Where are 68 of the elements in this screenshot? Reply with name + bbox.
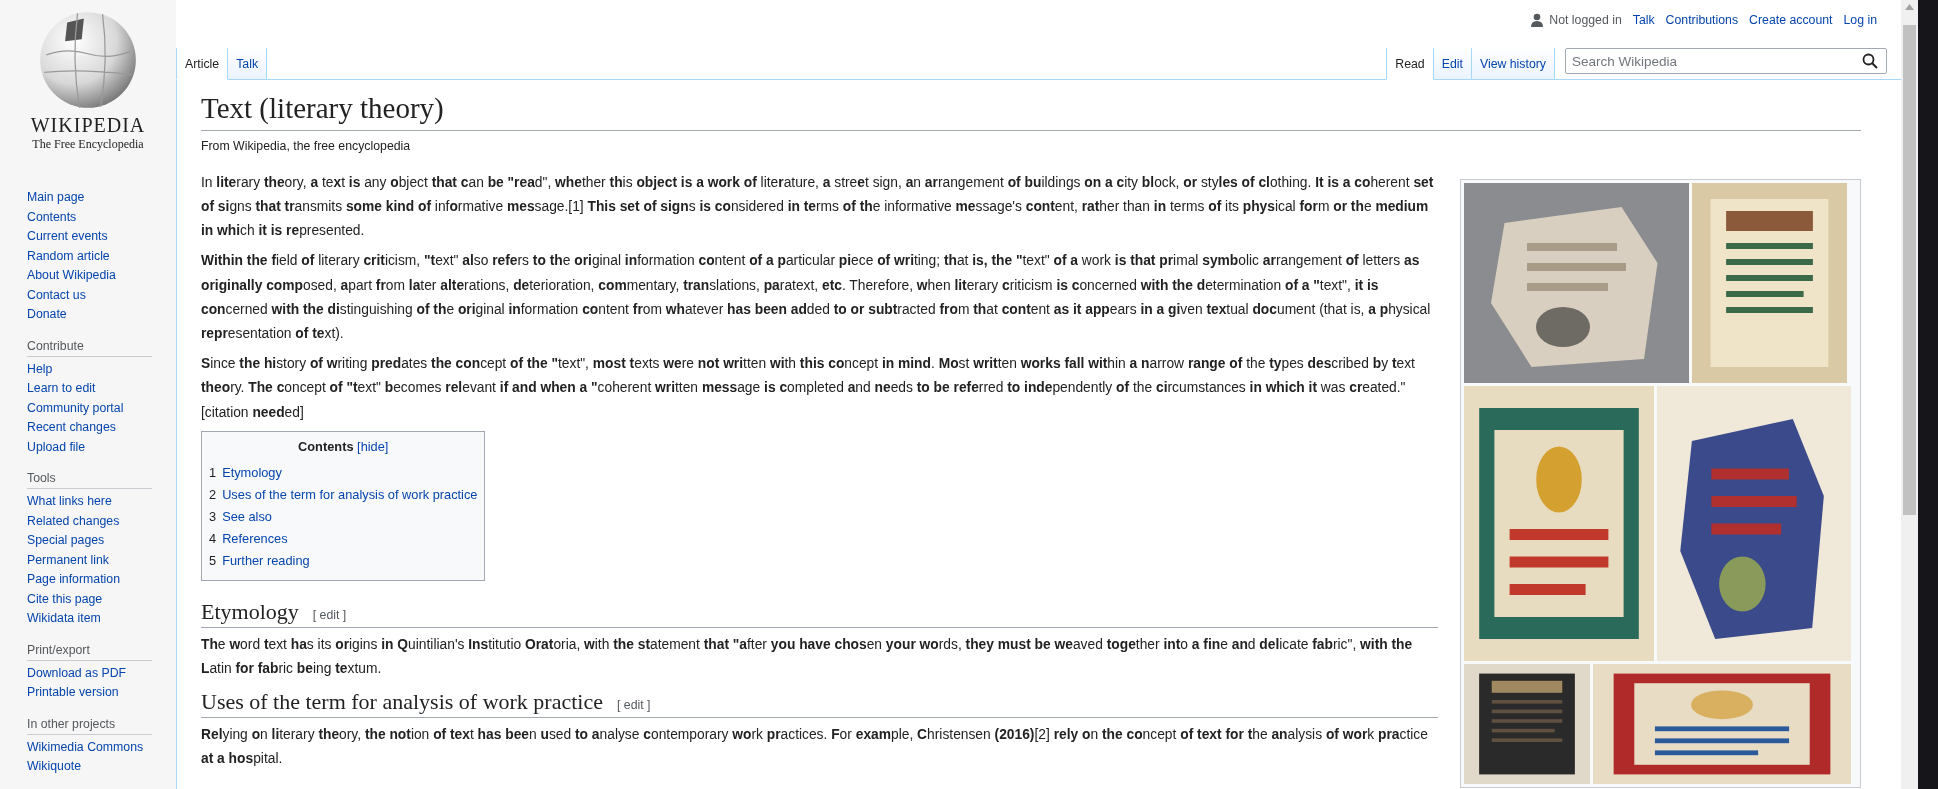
paragraph: Within the field of literary criticism, "text" also refers to the original information content of a particular piece of writing; that is, the "text" of a work is that primal symbolic arrangement of letters as originally composed, apart from later alterations, deterioration, commentary, translations, paratext, etc. Therefore, when literary criticism is concerned with the determination of a "text", it is concerned with the distinguishing of the original information content from whatever has been added to or subtracted from that content as it appears in a given textual document (that is, a physical representation of text). (201, 252, 1432, 343)
search-icon[interactable] (1862, 53, 1878, 69)
sidebar-link[interactable]: Related changes (27, 511, 120, 531)
edit-link[interactable]: [ edit ] (617, 698, 651, 713)
sidebar-link[interactable]: Recent changes (27, 418, 116, 438)
sidebar-link[interactable]: Page information (27, 570, 120, 590)
page-subtitle: From Wikipedia, the free encyclopedia (201, 138, 412, 153)
login-status: Not logged in (1549, 13, 1622, 27)
paragraph: Relying on literary theory, the notion of text has been used to analyse contemporary work practices. For example, Christensen (2016)[2] rely on the concept of text for the analysis of work practice at a hospital. (201, 726, 1429, 769)
sidebar-link[interactable]: Download as PDF (27, 663, 127, 683)
sidebar-heading: Contribute (27, 338, 152, 357)
sidebar-link[interactable]: Permanent link (27, 550, 110, 570)
sidebar-link[interactable]: Help (27, 359, 53, 379)
view-tab[interactable]: Edit (1433, 48, 1472, 80)
namespace-tab[interactable]: Article (176, 48, 229, 80)
scrollbar[interactable] (1901, 0, 1918, 789)
search-field[interactable]: Search Wikipedia (1565, 48, 1887, 74)
sidebar-link[interactable]: Contact us (27, 285, 86, 305)
toc-title: Contents (298, 438, 354, 454)
user-link[interactable]: Create account (1749, 13, 1833, 27)
toc-number: 5 (209, 551, 217, 570)
section-heading: Etymology (201, 598, 299, 625)
scrollbar-thumb[interactable] (1903, 25, 1916, 515)
toc-link[interactable]: Uses of the term for analysis of work practice (222, 483, 478, 506)
sidebar-heading: Print/export (27, 642, 152, 661)
toc-link[interactable]: Etymology (222, 461, 282, 484)
sidebar-link[interactable]: Special pages (27, 531, 105, 551)
toc-number: 3 (209, 507, 217, 526)
scroll-up-icon[interactable] (1905, 4, 1914, 10)
toc-link[interactable]: References (222, 527, 288, 550)
user-link[interactable]: Log in (1843, 13, 1877, 27)
logo-tagline: The Free Encyclopedia (32, 137, 144, 152)
toc-number: 1 (209, 463, 217, 482)
user-link[interactable]: Contributions (1665, 13, 1739, 27)
paragraph: The word text has its origins in Quintilian's Institutio Oratoria, with the statement that "after you have chosen your words, they must be weaved together into a fine and delicate fabric", with the Latin for fabric being textum. (201, 635, 1414, 678)
sidebar-link[interactable]: What links here (27, 492, 112, 512)
toc-link[interactable]: Further reading (222, 549, 310, 572)
wordmark: WIKIPEDIA (30, 114, 146, 137)
namespace-tab[interactable]: Talk (228, 48, 268, 80)
sidebar-heading: Tools (27, 471, 152, 489)
sidebar-heading: In other projects (27, 716, 152, 735)
paragraph: In literary theory, a text is any object that can be "read", whether this object is a work of literature, a street sign, an arrangement of buildings on a city block, or styles of clothing. It is a coherent set of signs that transmits some kind of informative message.[1] This set of signs is considered in terms of the informative message's content, rather than in terms of its physical form or the medium in which it is represented. (201, 173, 1435, 241)
section-heading: Uses of the term for analysis of work practice (201, 689, 603, 716)
toc-link[interactable]: See also (222, 505, 272, 528)
page-title: Text (literary theory) (201, 90, 1861, 131)
sidebar-link[interactable]: Printable version (27, 683, 119, 703)
sidebar-link[interactable]: About Wikipedia (27, 266, 116, 286)
sidebar-link[interactable]: Main page (27, 188, 85, 208)
view-tab[interactable]: Read (1386, 48, 1434, 80)
user-link[interactable]: Talk (1632, 13, 1655, 27)
sidebar-link[interactable]: Cite this page (27, 589, 103, 609)
toc-toggle-link[interactable]: [hide] (357, 438, 389, 454)
sidebar-link[interactable]: Random article (27, 246, 110, 266)
view-tab[interactable]: View history (1471, 48, 1555, 80)
paragraph: Since the history of writing predates the concept of the "text", most texts were not written with this concept in mind. Most written works fall within a narrow range of the types described by text theory. The concept of "text" becomes relevant if and when a "coherent written message is completed and needs to be referred to independently of the circumstances in which it was created." [citation needed] (201, 355, 1416, 422)
sidebar-link[interactable]: Wikiquote (27, 757, 81, 777)
sidebar-link[interactable]: Wikidata item (27, 609, 101, 629)
sidebar-link[interactable]: Learn to edit (27, 379, 96, 399)
sidebar-link[interactable]: Contents (27, 207, 77, 227)
sidebar-link[interactable]: Community portal (27, 398, 124, 418)
toc-number: 4 (209, 529, 217, 548)
sidebar-link[interactable]: Donate (27, 305, 67, 325)
user-icon (1530, 13, 1545, 27)
edit-link[interactable]: [ edit ] (312, 607, 347, 622)
sidebar-link[interactable]: Upload file (27, 437, 86, 457)
sidebar-link[interactable]: Wikimedia Commons (27, 737, 144, 757)
sidebar-link[interactable]: Current events (27, 227, 108, 247)
toc-number: 2 (209, 485, 217, 504)
